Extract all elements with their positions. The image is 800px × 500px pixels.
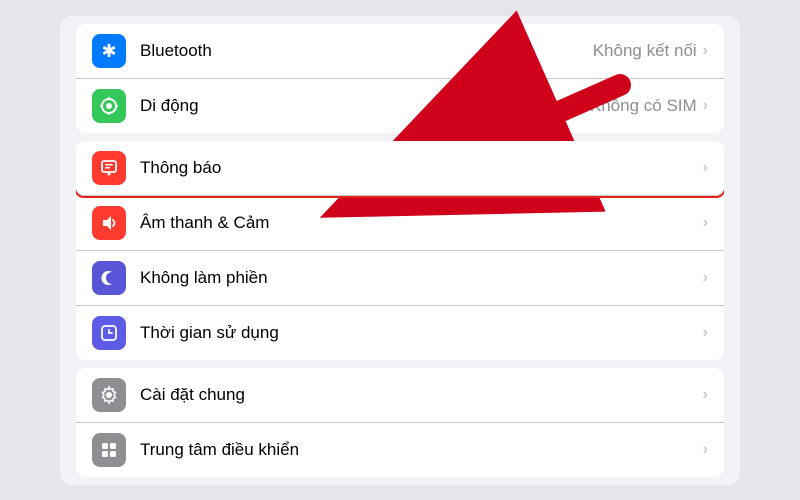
cellular-label: Di động — [140, 96, 590, 116]
screen-wrapper: ✱ Bluetooth Không kết nối › — [0, 0, 800, 500]
controlcenter-icon-wrap — [92, 433, 126, 467]
controlcenter-chevron: › — [703, 441, 708, 459]
sounds-chevron: › — [703, 214, 708, 232]
cellular-icon — [99, 96, 119, 116]
bluetooth-icon-wrap: ✱ — [92, 34, 126, 68]
row-notifications[interactable]: Thông báo › — [76, 141, 724, 196]
controlcenter-label: Trung tâm điều khiển — [140, 440, 703, 460]
controlcenter-icon — [99, 440, 119, 460]
notifications-chevron: › — [703, 159, 708, 177]
row-general[interactable]: Cài đặt chung › — [76, 368, 724, 423]
screentime-icon — [99, 323, 119, 343]
general-chevron: › — [703, 386, 708, 404]
row-controlcenter[interactable]: Trung tâm điều khiển › — [76, 423, 724, 477]
donotdisturb-chevron: › — [703, 269, 708, 287]
section-connectivity: ✱ Bluetooth Không kết nối › — [76, 24, 724, 133]
row-donotdisturb[interactable]: Không làm phiền › — [76, 251, 724, 306]
notifications-label: Thông báo — [140, 158, 703, 178]
settings-list: ✱ Bluetooth Không kết nối › — [60, 16, 740, 485]
donotdisturb-label: Không làm phiền — [140, 268, 703, 288]
screentime-icon-wrap — [92, 316, 126, 350]
cellular-chevron: › — [703, 97, 708, 115]
sounds-label: Âm thanh & Cảm — [140, 213, 703, 233]
general-icon-wrap — [92, 378, 126, 412]
notifications-icon — [99, 158, 119, 178]
section-general: Cài đặt chung › Trung tâm điều khiển › — [76, 368, 724, 477]
row-screentime[interactable]: Thời gian sử dụng › — [76, 306, 724, 360]
screentime-chevron: › — [703, 324, 708, 342]
bluetooth-label: Bluetooth — [140, 41, 593, 61]
sounds-icon-wrap — [92, 206, 126, 240]
screentime-label: Thời gian sử dụng — [140, 323, 703, 343]
bluetooth-value: Không kết nối — [593, 41, 697, 61]
moon-icon — [99, 268, 119, 288]
section-notifications: Thông báo › Âm thanh & Cảm › — [76, 141, 724, 360]
donotdisturb-icon-wrap — [92, 261, 126, 295]
bluetooth-chevron: › — [703, 42, 708, 60]
sounds-icon — [99, 213, 119, 233]
notifications-icon-wrap — [92, 151, 126, 185]
row-cellular[interactable]: Di động Không có SIM › — [76, 79, 724, 133]
cellular-icon-wrap — [92, 89, 126, 123]
row-sounds[interactable]: Âm thanh & Cảm › — [76, 196, 724, 251]
bluetooth-icon: ✱ — [101, 42, 116, 60]
row-bluetooth[interactable]: ✱ Bluetooth Không kết nối › — [76, 24, 724, 79]
cellular-value: Không có SIM — [590, 96, 697, 116]
gear-icon — [99, 385, 119, 405]
general-label: Cài đặt chung — [140, 385, 703, 405]
